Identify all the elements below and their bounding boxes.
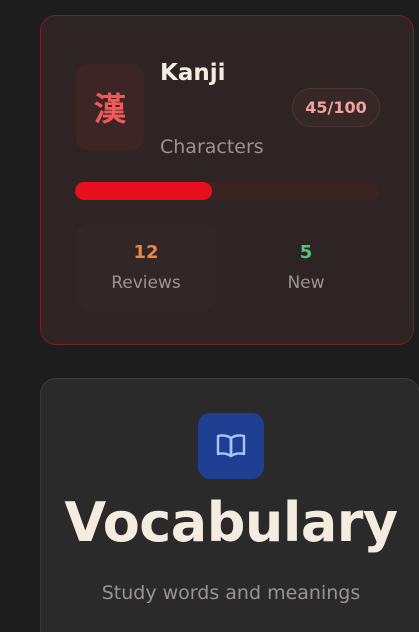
kanji-subtitle: Characters (160, 136, 264, 158)
kanji-title: Kanji (160, 60, 226, 86)
book-open-icon (198, 413, 264, 479)
progress-bar (75, 182, 379, 200)
reviews-label: Reviews (111, 272, 181, 293)
reviews-stat[interactable]: 12 Reviews (76, 224, 216, 310)
vocabulary-subtitle: Study words and meanings (101, 582, 361, 604)
new-label: New (287, 272, 325, 293)
reviews-count: 12 (133, 241, 159, 263)
page: 漢 Kanji Characters 45/100 12 Reviews 5 N… (0, 0, 419, 632)
new-count: 5 (299, 241, 313, 263)
progress-badge: 45/100 (292, 88, 380, 127)
vocabulary-title: Vocabulary (64, 491, 398, 554)
kanji-icon: 漢 (76, 64, 144, 150)
kanji-card[interactable]: 漢 Kanji Characters 45/100 12 Reviews 5 N… (40, 15, 414, 345)
progress-fill (75, 182, 212, 200)
new-stat[interactable]: 5 New (236, 224, 376, 310)
kanji-glyph: 漢 (93, 90, 126, 128)
vocabulary-card[interactable]: Vocabulary Study words and meanings (40, 378, 419, 632)
